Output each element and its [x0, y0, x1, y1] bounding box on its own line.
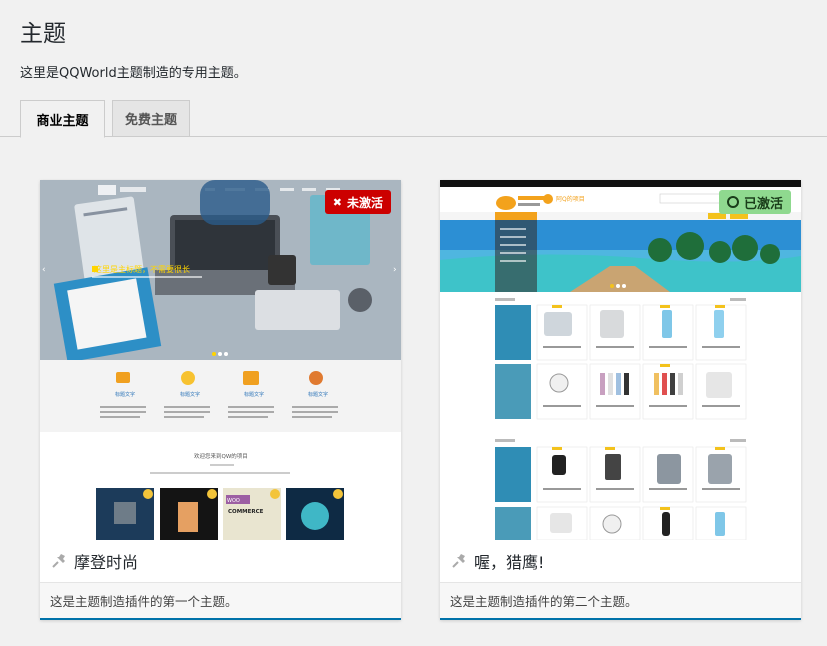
tab-bar: 商业主题 免费主题: [0, 100, 827, 138]
svg-text:›: ›: [393, 265, 397, 275]
theme-preview-image: 这里是主标题，不需要很长 ‹ › 标题文字 标题文字 标题文字 标题文字 欢迎您…: [40, 180, 401, 540]
theme-screenshot[interactable]: 这里是主标题，不需要很长 ‹ › 标题文字 标题文字 标题文字 标题文字 欢迎您…: [40, 180, 401, 540]
svg-text:‹: ‹: [42, 265, 46, 275]
pin-icon: [52, 554, 65, 568]
page-description: 这里是QQWorld主题制造的专用主题。: [20, 66, 247, 81]
status-badge-inactive[interactable]: ✖ 未激活: [324, 190, 391, 214]
svg-text:COMMERCE: COMMERCE: [228, 509, 264, 515]
themes-page: 主题 这里是QQWorld主题制造的专用主题。 商业主题 免费主题 这里是主标题…: [0, 0, 827, 646]
pin-icon: [452, 554, 465, 568]
svg-text:标题文字: 标题文字: [115, 391, 135, 398]
theme-screenshot[interactable]: 阿Q的项目 已激活: [440, 180, 801, 540]
svg-text:欢迎您来到QW的项目: 欢迎您来到QW的项目: [194, 452, 248, 460]
svg-text:标题文字: 标题文字: [308, 391, 328, 398]
theme-name: 摩登时尚: [74, 553, 139, 572]
theme-description: 这是主题制造插件的第二个主题。: [440, 582, 801, 618]
theme-name: 喔，猎鹰!: [474, 553, 545, 572]
banner-text: 这里是主标题，不需要很长: [94, 264, 190, 274]
close-icon: ✖: [332, 195, 342, 209]
tab-free-themes[interactable]: 免费主题: [112, 100, 190, 137]
theme-card-modern[interactable]: 这里是主标题，不需要很长 ‹ › 标题文字 标题文字 标题文字 标题文字 欢迎您…: [40, 180, 401, 620]
theme-name-row: 摩登时尚: [40, 540, 401, 582]
tab-commercial-themes[interactable]: 商业主题: [20, 100, 105, 138]
svg-text:标题文字: 标题文字: [180, 391, 200, 398]
theme-card-falcon[interactable]: 阿Q的项目 已激活 喔，猎鹰! 这是主题制造插件的第二个主题。: [440, 180, 801, 620]
svg-text:阿Q的项目: 阿Q的项目: [556, 195, 585, 203]
svg-text:WOO: WOO: [227, 498, 240, 504]
theme-name-row: 喔，猎鹰!: [440, 540, 801, 582]
status-badge-active[interactable]: 已激活: [718, 190, 791, 214]
page-title: 主题: [20, 21, 66, 47]
circle-icon: [726, 196, 739, 208]
svg-text:标题文字: 标题文字: [244, 391, 264, 398]
theme-preview-image: 阿Q的项目: [440, 180, 801, 540]
theme-description: 这是主题制造插件的第一个主题。: [40, 582, 401, 618]
